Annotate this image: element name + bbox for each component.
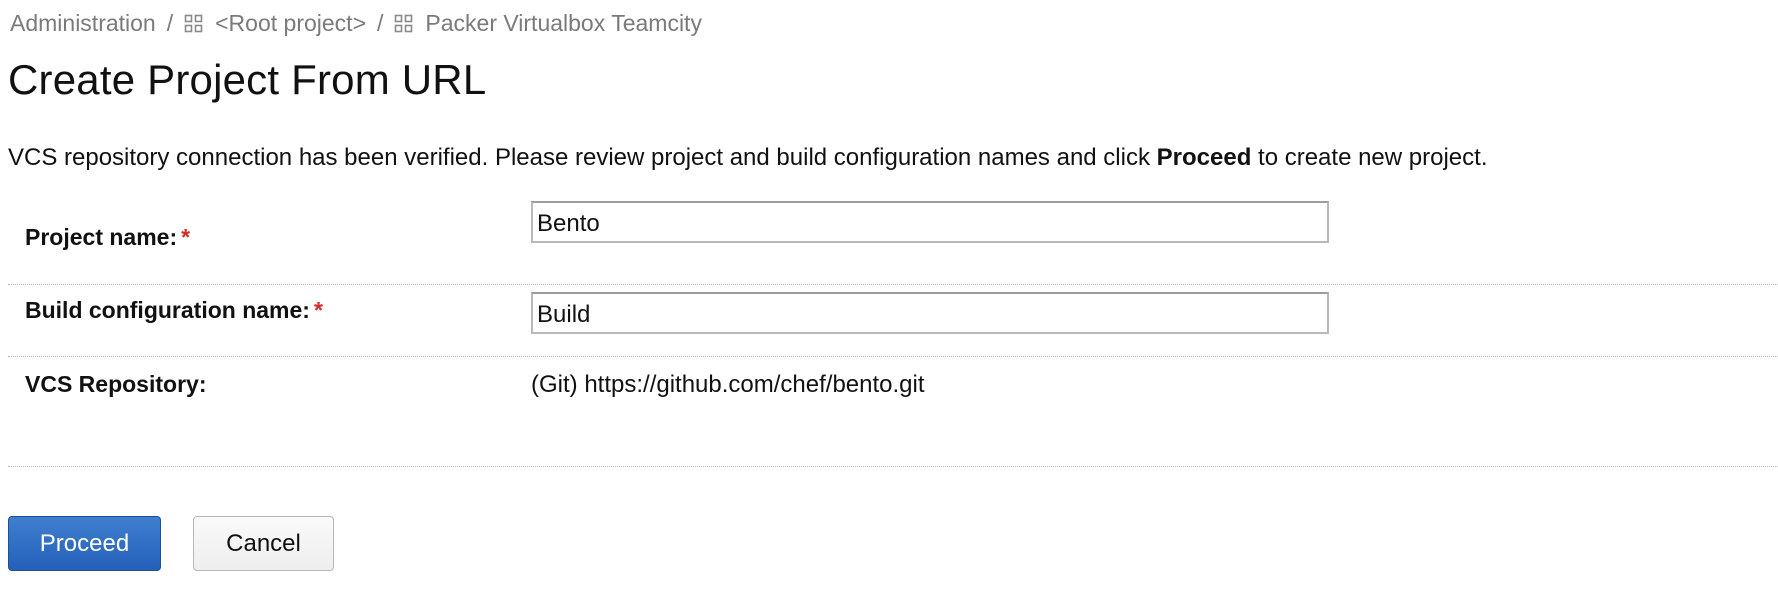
- build-configuration-name-row: Build configuration name: *: [8, 285, 1778, 357]
- breadcrumb-administration-link[interactable]: Administration: [10, 10, 156, 37]
- breadcrumb-packer-project-link[interactable]: Packer Virtualbox Teamcity: [425, 10, 702, 37]
- project-grid-icon: [184, 14, 204, 34]
- vcs-repository-value: (Git) https://github.com/chef/bento.git: [531, 371, 925, 398]
- breadcrumb-separator: /: [377, 9, 384, 36]
- verification-message: VCS repository connection has been verif…: [8, 144, 1487, 172]
- project-name-input[interactable]: [531, 201, 1329, 243]
- intro-text-after: to create new project.: [1251, 144, 1488, 171]
- required-asterisk: *: [181, 224, 191, 250]
- build-configuration-name-label-text: Build configuration name:: [25, 297, 310, 323]
- form-actions: Proceed Cancel: [8, 516, 334, 571]
- project-name-label: Project name: *: [25, 224, 190, 251]
- project-name-label-text: Project name:: [25, 224, 178, 250]
- build-configuration-name-input[interactable]: [531, 292, 1329, 334]
- intro-text-before: VCS repository connection has been verif…: [8, 144, 1157, 171]
- build-configuration-name-label: Build configuration name: *: [25, 297, 323, 324]
- vcs-repository-row: VCS Repository: (Git) https://github.com…: [8, 357, 1778, 467]
- breadcrumb-separator: /: [166, 9, 174, 36]
- create-project-form: Project name:* Build configuration name:…: [8, 201, 1778, 467]
- breadcrumb: Administration / <Root project> / Packer…: [10, 6, 702, 40]
- proceed-button[interactable]: Proceed: [8, 516, 161, 571]
- intro-proceed-strong: Proceed: [1156, 144, 1252, 171]
- project-name-row: Project name: *: [8, 201, 1778, 285]
- vcs-repository-label: VCS Repository:: [25, 371, 207, 397]
- required-asterisk: *: [313, 297, 323, 323]
- cancel-button[interactable]: Cancel: [193, 516, 334, 571]
- page-title: Create Project From URL: [8, 56, 487, 103]
- project-grid-icon: [394, 14, 414, 34]
- breadcrumb-root-project-link[interactable]: <Root project>: [215, 10, 366, 37]
